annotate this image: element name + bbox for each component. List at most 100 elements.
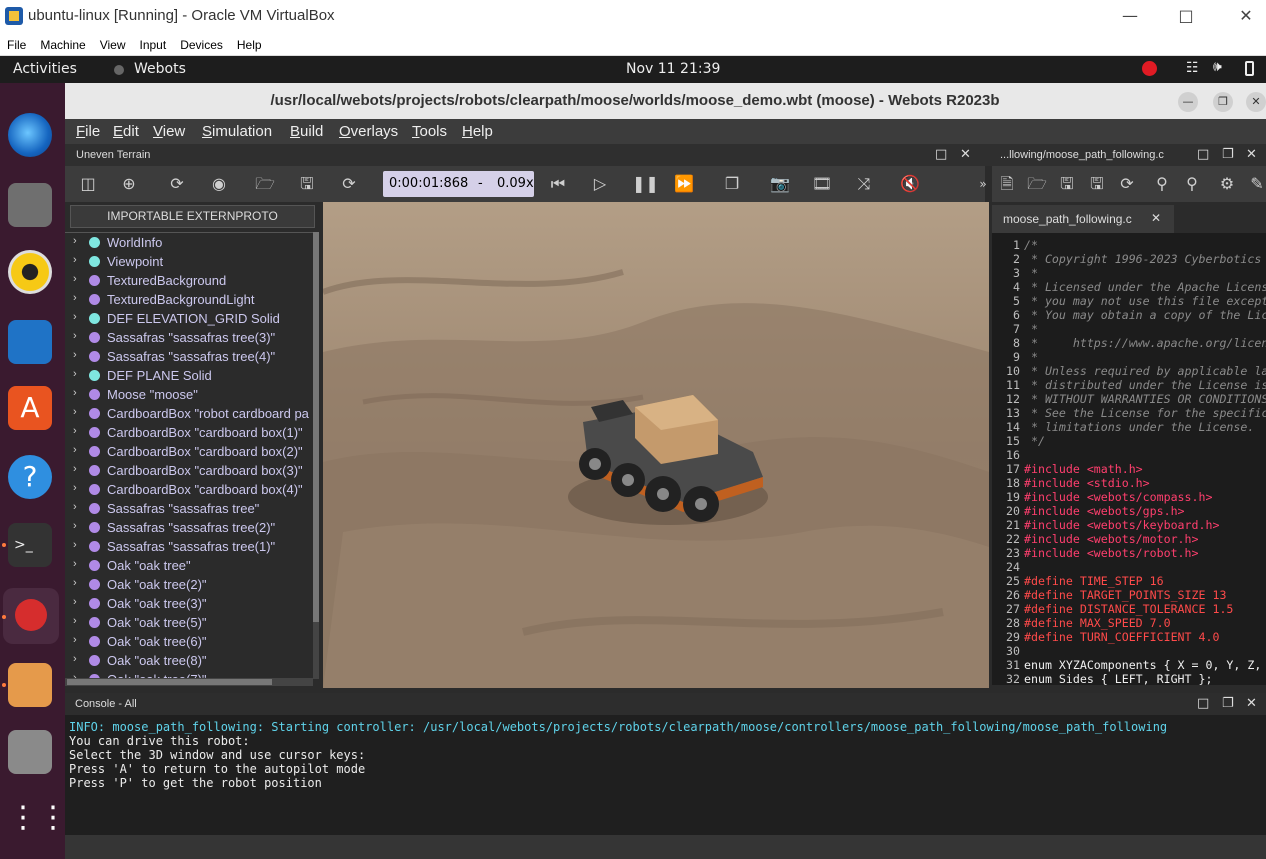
scene-tree-node[interactable]: › Sassafras "sassafras tree(2)" — [65, 518, 315, 537]
scene-tree-node[interactable]: › Oak "oak tree(5)" — [65, 613, 315, 632]
show-apps-icon[interactable]: ⋮⋮⋮ — [8, 798, 98, 842]
close-icon[interactable]: ✕ — [1246, 147, 1257, 162]
share-icon[interactable]: ⤨ — [854, 174, 874, 194]
expand-chevron-icon[interactable]: › — [73, 330, 77, 342]
menu-build[interactable]: Build — [290, 123, 323, 140]
step-icon[interactable]: ▷ — [590, 174, 610, 194]
rendering-icon[interactable]: ❐ — [722, 174, 742, 194]
add-node-icon[interactable]: ⊕ — [119, 174, 139, 194]
scene-tree-node[interactable]: › TexturedBackground — [65, 271, 315, 290]
expand-chevron-icon[interactable]: › — [73, 577, 77, 589]
expand-chevron-icon[interactable]: › — [73, 615, 77, 627]
scene-tree-node[interactable]: › WorldInfo — [65, 233, 315, 252]
scene-tree-node[interactable]: › CardboardBox "cardboard box(1)" — [65, 423, 315, 442]
scene-tree-node[interactable]: › Sassafras "sassafras tree(3)" — [65, 328, 315, 347]
maximize-icon[interactable]: □ — [1166, 4, 1206, 28]
float-icon[interactable]: □ — [1197, 696, 1209, 711]
scene-tree-node[interactable]: › Oak "oak tree(3)" — [65, 594, 315, 613]
record-movie-icon[interactable]: 🎞 — [812, 174, 832, 194]
files-icon[interactable] — [8, 183, 52, 227]
tab-moose-path-following[interactable]: moose_path_following.c ✕ — [992, 205, 1174, 233]
float-icon[interactable]: □ — [935, 147, 947, 162]
expand-chevron-icon[interactable]: › — [73, 292, 77, 304]
save-world-icon[interactable]: 🖫 — [297, 174, 317, 194]
scene-tree-node[interactable]: › Oak "oak tree(8)" — [65, 651, 315, 670]
screenshot-icon[interactable]: 📷 — [770, 174, 790, 194]
terminal-icon[interactable]: >_ — [8, 523, 52, 567]
minimize-icon[interactable]: — — [1110, 4, 1150, 28]
expand-chevron-icon[interactable]: › — [73, 273, 77, 285]
importable-externproto-button[interactable]: IMPORTABLE EXTERNPROTO — [70, 205, 315, 228]
reset-viewpoint-icon[interactable]: ⟳ — [167, 174, 187, 194]
toggle-scene-tree-icon[interactable]: ◫ — [78, 174, 98, 194]
scene-tree-node[interactable]: › Moose "moose" — [65, 385, 315, 404]
scene-tree-node[interactable]: › Sassafras "sassafras tree(4)" — [65, 347, 315, 366]
rhythmbox-icon[interactable] — [8, 250, 52, 294]
restore-icon[interactable]: ❐ — [1213, 92, 1233, 112]
restore-icon[interactable]: ❐ — [1222, 696, 1234, 711]
scene-tree-node[interactable]: › DEF PLANE Solid — [65, 366, 315, 385]
save-as-icon[interactable]: 🖫 — [1087, 174, 1107, 194]
network-icon[interactable]: ☷ — [1186, 60, 1199, 76]
no-entry-icon[interactable] — [1142, 61, 1157, 76]
expand-chevron-icon[interactable]: › — [73, 444, 77, 456]
menu-simulation[interactable]: Simulation — [202, 123, 272, 140]
help-icon[interactable]: ? — [8, 455, 52, 499]
disks-icon[interactable] — [8, 730, 52, 774]
scene-tree-horizontal-scrollbar[interactable] — [65, 678, 313, 686]
menu-file[interactable]: File — [76, 123, 100, 140]
mute-icon[interactable]: 🔇 — [900, 174, 920, 194]
expand-chevron-icon[interactable]: › — [73, 482, 77, 494]
scene-tree-node[interactable]: › TexturedBackgroundLight — [65, 290, 315, 309]
expand-chevron-icon[interactable]: › — [73, 406, 77, 418]
new-file-icon[interactable]: 🗎 — [997, 174, 1017, 194]
expand-chevron-icon[interactable]: › — [73, 634, 77, 646]
scene-tree-node[interactable]: › Oak "oak tree" — [65, 556, 315, 575]
replace-icon[interactable]: ⚲ — [1182, 174, 1202, 194]
close-icon[interactable]: ✕ — [1226, 4, 1266, 28]
close-icon[interactable]: ✕ — [960, 147, 971, 162]
vbox-menu-devices[interactable]: Devices — [173, 34, 230, 56]
scene-tree-node[interactable]: › Oak "oak tree(6)" — [65, 632, 315, 651]
expand-chevron-icon[interactable]: › — [73, 501, 77, 513]
expand-chevron-icon[interactable]: › — [73, 387, 77, 399]
menu-edit[interactable]: Edit — [113, 123, 139, 140]
open-world-icon[interactable]: 🗁 — [255, 174, 275, 194]
compile-icon[interactable]: ✎ — [1247, 174, 1266, 194]
reset-simulation-icon[interactable]: ⏮ — [548, 174, 568, 194]
close-tab-icon[interactable]: ✕ — [1151, 211, 1161, 225]
find-icon[interactable]: ⚲ — [1152, 174, 1172, 194]
archive-manager-icon[interactable] — [8, 663, 52, 707]
expand-chevron-icon[interactable]: › — [73, 368, 77, 380]
close-icon[interactable]: ✕ — [1246, 92, 1266, 112]
3d-view[interactable] — [323, 202, 989, 688]
expand-chevron-icon[interactable]: › — [73, 463, 77, 475]
webots-dock-icon-bg[interactable] — [3, 588, 59, 644]
restore-icon[interactable]: ❐ — [1222, 147, 1234, 162]
scene-tree-node[interactable]: › Sassafras "sassafras tree(1)" — [65, 537, 315, 556]
scene-tree-node[interactable]: › Sassafras "sassafras tree" — [65, 499, 315, 518]
expand-chevron-icon[interactable]: › — [73, 520, 77, 532]
expand-chevron-icon[interactable]: › — [73, 311, 77, 323]
vbox-menu-file[interactable]: File — [0, 34, 33, 56]
menu-help[interactable]: Help — [462, 123, 493, 140]
scene-tree-node[interactable]: › CardboardBox "cardboard box(2)" — [65, 442, 315, 461]
scene-tree-node[interactable]: › Oak "oak tree(2)" — [65, 575, 315, 594]
app-center-icon[interactable]: A — [8, 386, 52, 430]
scene-tree-node[interactable]: › CardboardBox "robot cardboard pa — [65, 404, 315, 423]
thunderbird-icon[interactable] — [8, 113, 52, 157]
expand-chevron-icon[interactable]: › — [73, 596, 77, 608]
battery-icon[interactable] — [1245, 61, 1254, 76]
eye-icon[interactable]: ◉ — [209, 174, 229, 194]
activities-button[interactable]: Activities — [13, 61, 77, 77]
expand-chevron-icon[interactable]: › — [73, 235, 77, 247]
scene-tree-node[interactable]: › DEF ELEVATION_GRID Solid — [65, 309, 315, 328]
scene-tree-vertical-scrollbar[interactable] — [313, 232, 319, 679]
console-output[interactable]: INFO: moose_path_following: Starting con… — [65, 715, 1266, 835]
reload-world-icon[interactable]: ⟳ — [339, 174, 359, 194]
more-icon[interactable]: » — [973, 174, 993, 194]
expand-chevron-icon[interactable]: › — [73, 349, 77, 361]
pause-icon[interactable]: ❚❚ — [632, 174, 659, 194]
expand-chevron-icon[interactable]: › — [73, 653, 77, 665]
vbox-menu-help[interactable]: Help — [230, 34, 269, 56]
